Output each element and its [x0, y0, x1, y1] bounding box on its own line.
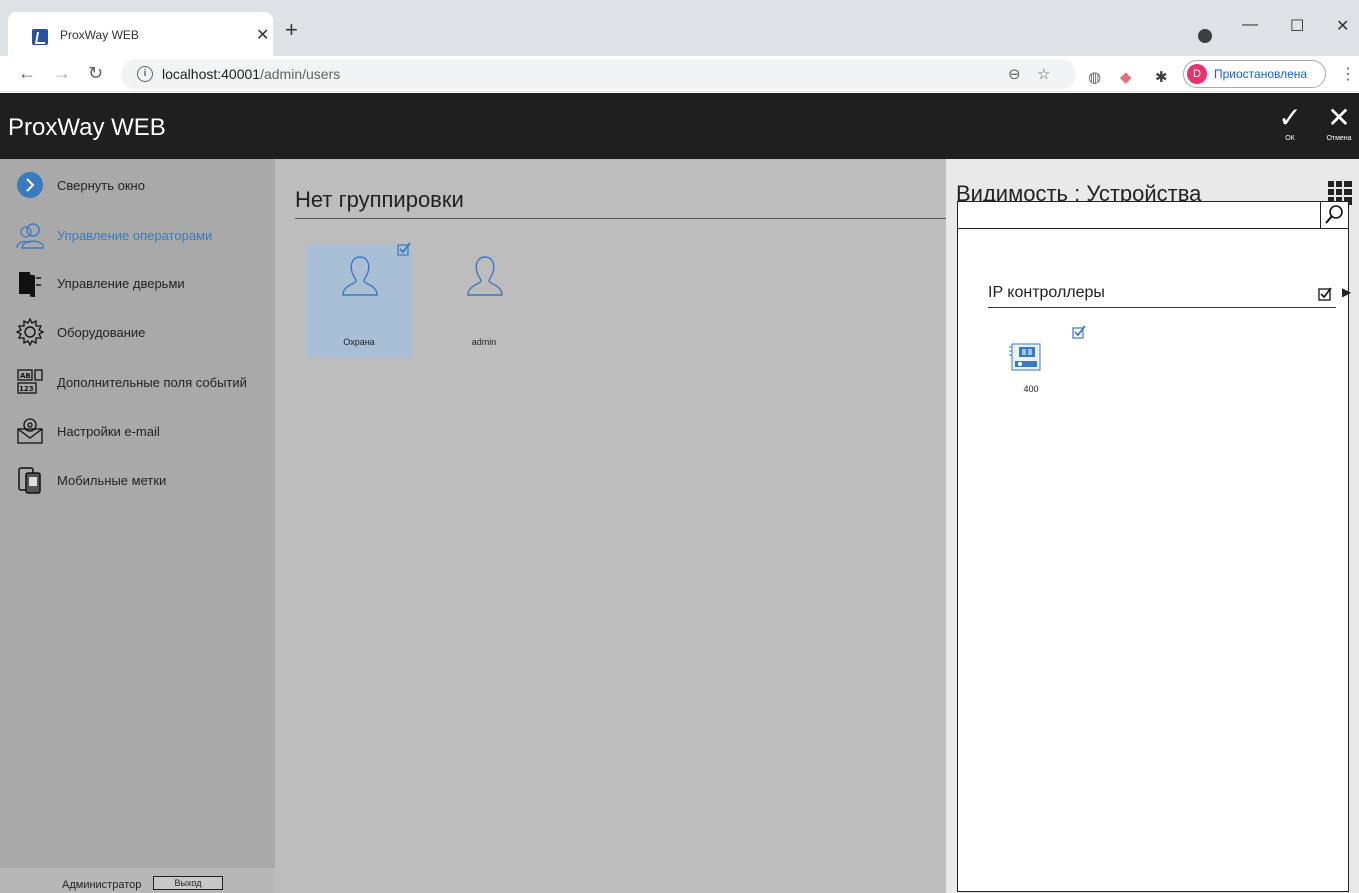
checkmark-icon: ✓	[1278, 102, 1302, 133]
sidebar-item-label: Оборудование	[57, 325, 146, 340]
sidebar-item-collapse[interactable]: Свернуть окно	[16, 171, 271, 201]
operators-main: Нет группировки Охрана admin	[275, 159, 946, 893]
sidebar-item-doors[interactable]: Управление дверьми	[16, 269, 271, 299]
user-name: admin	[471, 337, 497, 347]
tab-title: ProxWay WEB	[60, 28, 139, 42]
cancel-button[interactable]: ✕ Отмена	[1319, 101, 1359, 151]
user-card[interactable]: Охрана	[306, 242, 412, 357]
sidebar-item-label: Мобильные метки	[57, 473, 167, 488]
device-name: 400	[1023, 384, 1039, 394]
puzzle-extensions-icon[interactable]: ✱	[1155, 68, 1168, 86]
user-name: Охрана	[343, 337, 375, 347]
maximize-button[interactable]: ☐	[1290, 16, 1304, 36]
bookmark-star-icon[interactable]: ☆	[1037, 65, 1050, 83]
sidebar-item-label: Свернуть окно	[57, 178, 145, 193]
close-tab-icon[interactable]: ✕	[256, 25, 269, 45]
fields-icon: AB 123	[17, 369, 43, 394]
sidebar-item-event-fields[interactable]: AB 123 Дополнительные поля событий	[16, 368, 271, 398]
device-search-input[interactable]	[957, 201, 1349, 229]
sidebar-item-email-settings[interactable]: Настройки e-mail	[16, 417, 271, 447]
group-divider	[295, 218, 946, 219]
device-group-divider	[988, 307, 1336, 308]
group-title: Нет группировки	[295, 187, 464, 212]
info-icon[interactable]: i	[137, 66, 153, 82]
logout-button[interactable]: Выход	[153, 876, 223, 890]
sidebar: Свернуть окно Управление операторами Упр…	[0, 159, 275, 893]
controller-icon	[1009, 343, 1041, 371]
door-icon	[19, 272, 41, 297]
svg-text:AB: AB	[20, 372, 31, 380]
search-icon	[1325, 205, 1343, 224]
device-card[interactable]: 400	[1001, 325, 1086, 402]
svg-text:123: 123	[19, 385, 34, 393]
sidebar-item-label: Дополнительные поля событий	[57, 375, 247, 390]
close-window-button[interactable]: ✕	[1336, 16, 1349, 36]
sidebar-item-label: Настройки e-mail	[57, 424, 160, 439]
search-button[interactable]	[1320, 202, 1348, 228]
profile-button[interactable]: D Приостановлена	[1183, 60, 1326, 88]
user-icon	[342, 256, 378, 296]
user-icon	[467, 256, 503, 296]
profile-status: Приостановлена	[1214, 67, 1308, 81]
device-group-label: IP контроллеры	[988, 284, 1105, 301]
app-header: ProxWay WEB ✓ ОК ✕ Отмена	[0, 93, 1359, 159]
avatar: D	[1187, 64, 1207, 84]
app-title: ProxWay WEB	[8, 114, 166, 141]
app-favicon-icon	[32, 29, 48, 45]
sidebar-item-mobile-tags[interactable]: Мобильные метки	[16, 466, 271, 496]
address-bar[interactable]: i localhost:40001/admin/users ⊖ ☆	[121, 59, 1076, 89]
sidebar-item-equipment[interactable]: Оборудование	[16, 318, 271, 348]
mobile-icon	[18, 467, 41, 494]
current-user-label: Администратор	[62, 879, 142, 891]
checkbox-checked-icon[interactable]	[397, 242, 411, 256]
sidebar-item-operators[interactable]: Управление операторами	[16, 221, 271, 251]
device-list: IP контроллеры ▶ 400	[957, 229, 1351, 892]
collapse-icon	[17, 172, 43, 198]
browser-menu-icon[interactable]: ⋮	[1340, 64, 1356, 84]
email-icon	[17, 418, 43, 444]
url-text: localhost:40001/admin/users	[162, 66, 341, 82]
cancel-label: Отмена	[1326, 135, 1352, 142]
globe-extension-icon[interactable]: ◍	[1088, 68, 1101, 86]
ok-button[interactable]: ✓ ОК	[1270, 101, 1310, 151]
sidebar-footer: Администратор Выход	[0, 868, 275, 893]
sidebar-item-label: Управление операторами	[57, 228, 213, 243]
media-icon[interactable]	[1198, 29, 1212, 43]
checkbox-checked-icon[interactable]	[1072, 325, 1086, 339]
browser-tabstrip: ProxWay WEB ✕ + — ☐ ✕	[0, 0, 1359, 56]
forward-button[interactable]: →	[53, 63, 71, 83]
gear-icon	[16, 318, 44, 346]
reload-button[interactable]: ↻	[88, 63, 103, 83]
new-tab-button[interactable]: +	[285, 19, 298, 41]
ok-label: ОК	[1285, 135, 1295, 142]
browser-toolbar: ← → ↻ i localhost:40001/admin/users ⊖ ☆ …	[0, 56, 1359, 92]
operators-icon	[16, 223, 44, 249]
extension-icon[interactable]: ◆	[1120, 68, 1132, 86]
browser-tab[interactable]: ProxWay WEB ✕	[8, 12, 273, 56]
minimize-button[interactable]: —	[1242, 16, 1258, 34]
back-button[interactable]: ←	[18, 63, 36, 83]
zoom-icon[interactable]: ⊖	[1008, 65, 1021, 83]
visibility-panel: Видимость : Устройства IP контроллеры ▶	[946, 159, 1359, 893]
close-icon: ✕	[1327, 102, 1351, 133]
sidebar-item-label: Управление дверьми	[57, 276, 185, 291]
checkbox-checked-icon[interactable]	[1318, 287, 1332, 301]
expand-arrow-icon[interactable]: ▶	[1342, 285, 1351, 299]
user-card[interactable]: admin	[431, 245, 537, 357]
